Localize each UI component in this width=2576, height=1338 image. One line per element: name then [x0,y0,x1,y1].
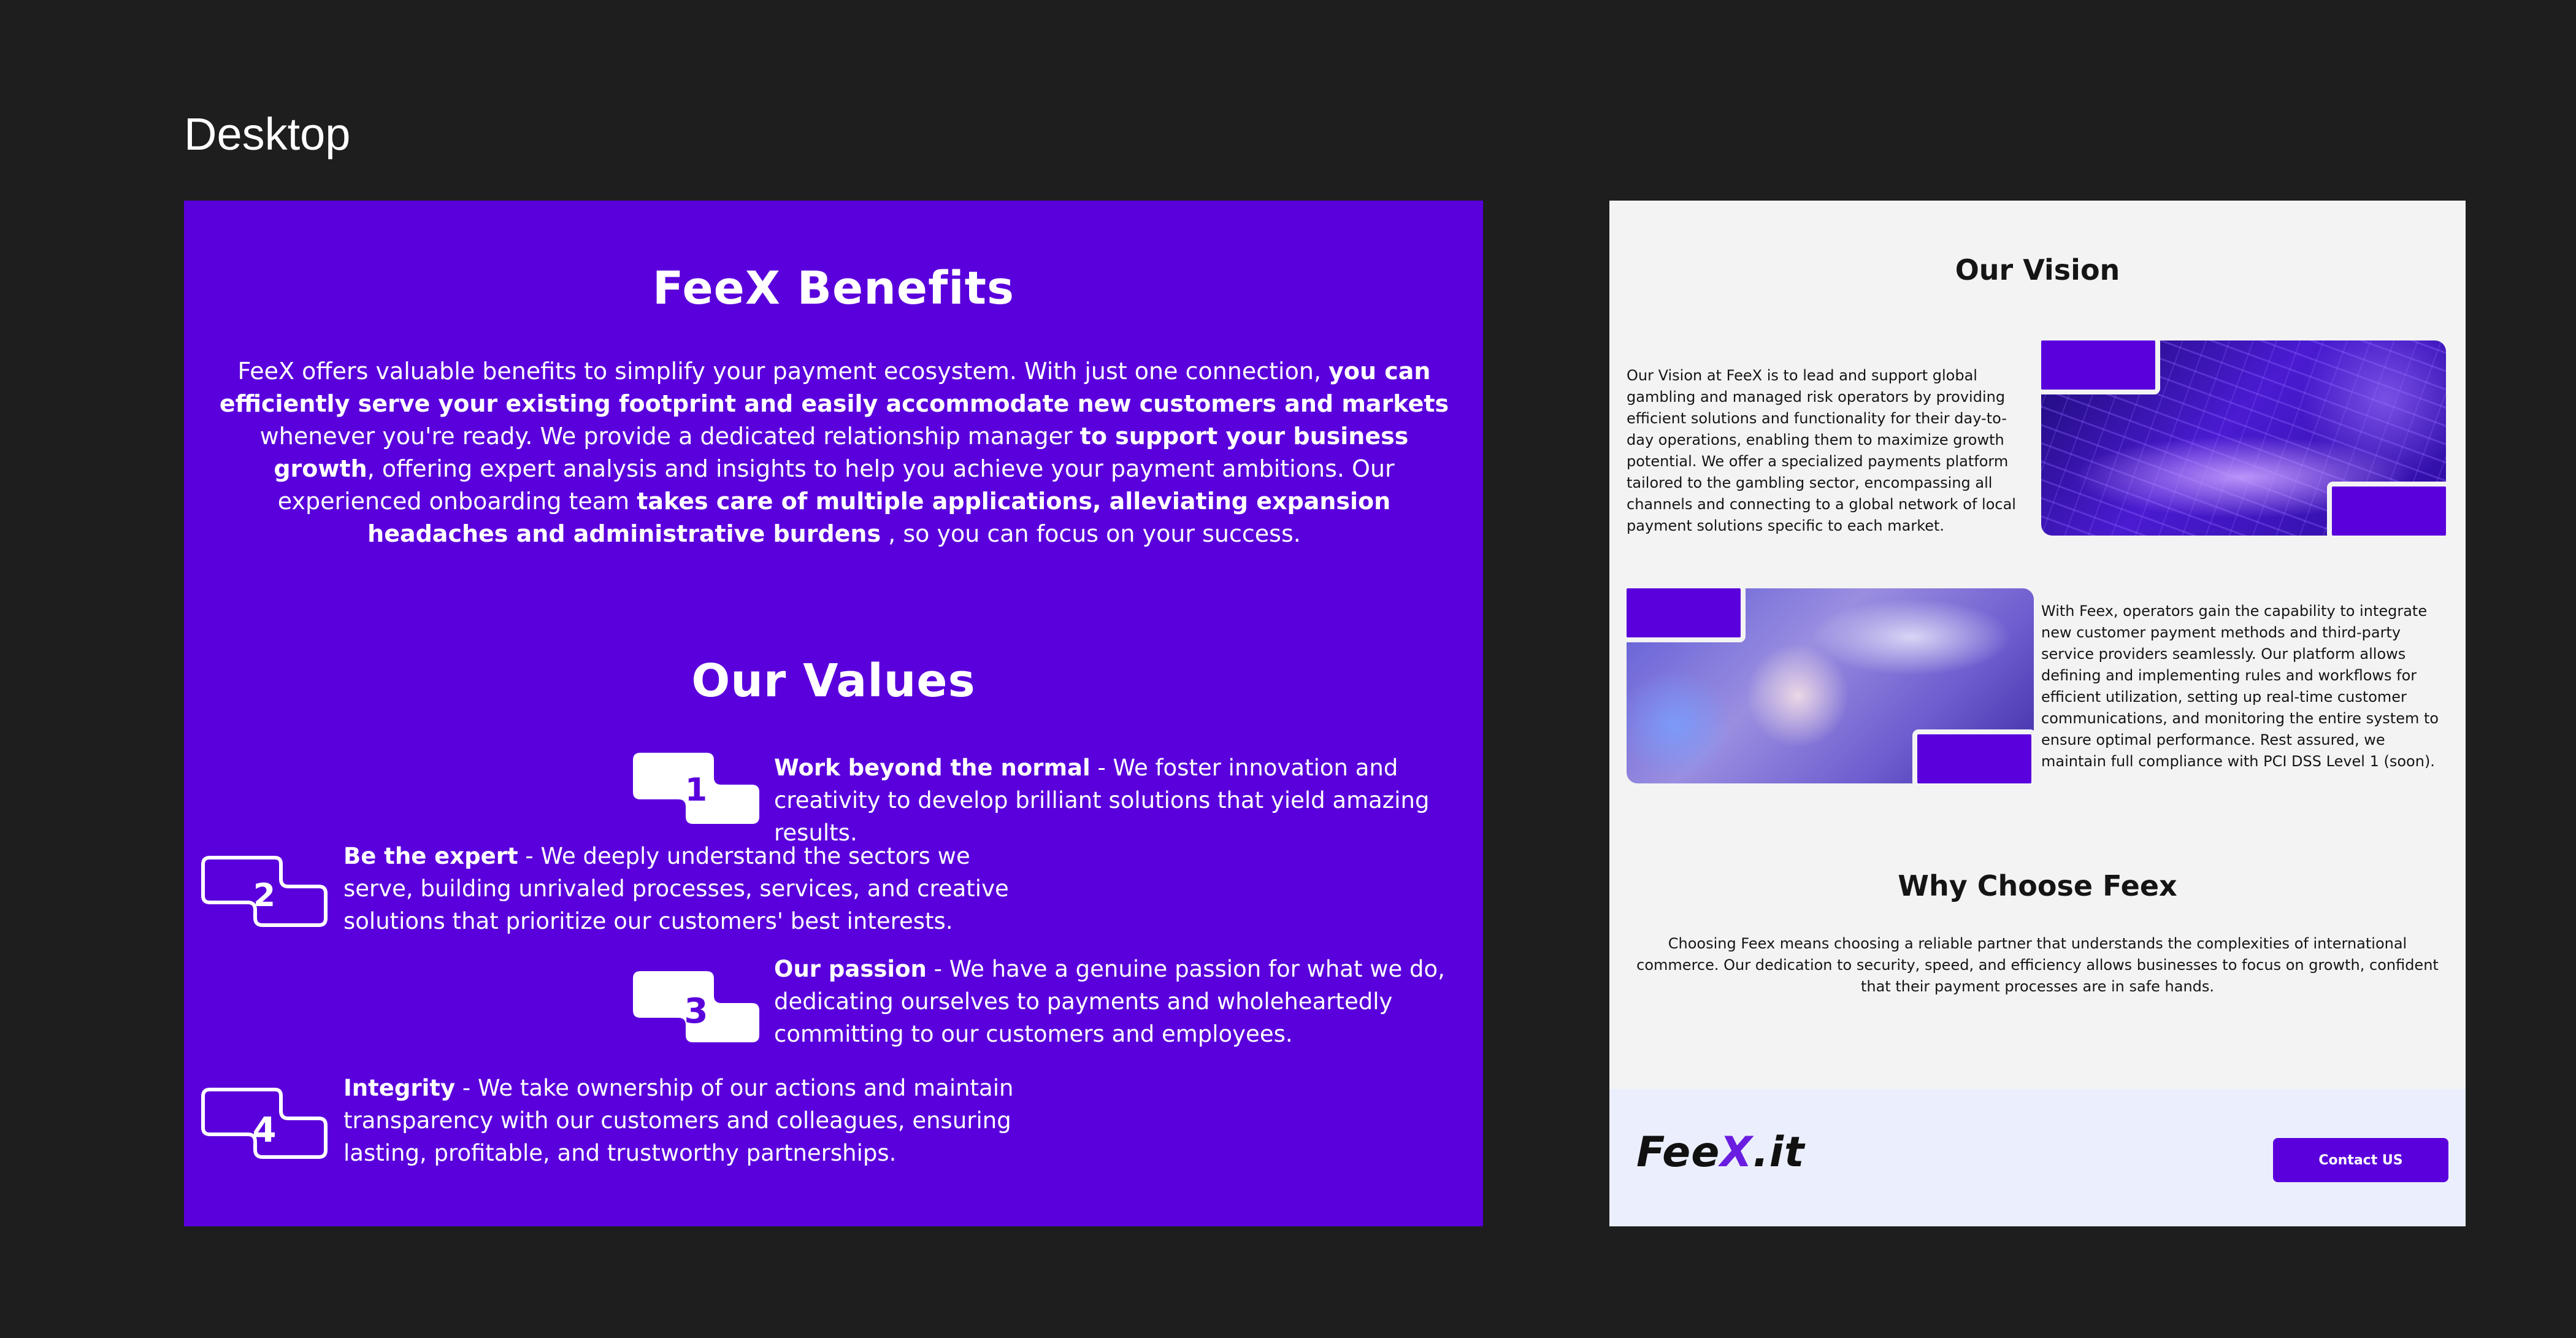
benefits-text: FeeX offers valuable benefits to simplif… [237,358,1329,385]
benefits-title: FeeX Benefits [652,262,1015,315]
accent-block [2327,482,2451,540]
frame-label: Desktop [184,109,351,160]
feex-paragraph: With Feex, operators gain the capability… [2041,602,2439,770]
value-text-4: Integrity - We take ownership of our act… [343,1075,1014,1166]
badge-outline-icon: 4 [201,1088,328,1159]
contact-us-button[interactable]: Contact US [2273,1138,2448,1182]
feex-logo[interactable]: FeeX.it [1636,1128,1805,1177]
value-text-3: Our passion - We have a genuine passion … [774,956,1445,1047]
accent-block [1912,729,2036,788]
benefits-text: , so you can focus on your success. [881,520,1301,547]
benefits-text: whenever you're ready. We provide a dedi… [259,423,1080,450]
value-number: 1 [685,772,707,809]
value-text-2: Be the expert - We deeply understand the… [343,843,1009,934]
value-badge-3: 3 [633,971,759,1042]
badge-shape-icon: 3 [633,971,759,1042]
accent-block [1622,583,1746,642]
vision-title: Our Vision [1955,253,2120,286]
why-paragraph: Choosing Feex means choosing a reliable … [1636,935,2439,995]
badge-shape-icon: 1 [633,753,759,824]
value-number: 2 [253,877,275,914]
value-number: 4 [253,1110,277,1150]
value-number: 3 [684,991,708,1031]
value-text-1: Work beyond the normal - We foster innov… [774,755,1430,846]
value-badge-4: 4 [201,1088,328,1159]
benefits-values-frame: FeeX Benefits FeeX offers valuable benef… [184,201,1483,1226]
vision-paragraph: Our Vision at FeeX is to lead and suppor… [1627,367,2016,534]
value-badge-1: 1 [633,753,759,824]
why-title: Why Choose Feex [1898,869,2177,902]
footer: FeeX.it Contact US [1609,1089,2466,1226]
benefits-paragraph: FeeX offers valuable benefits to simplif… [209,355,1460,550]
vision-frame: Our Vision Our Vision at FeeX is to lead… [1609,201,2466,1226]
badge-outline-icon: 2 [201,856,328,927]
value-badge-2: 2 [201,856,328,927]
values-title: Our Values [691,655,976,707]
accent-block [2036,336,2160,394]
